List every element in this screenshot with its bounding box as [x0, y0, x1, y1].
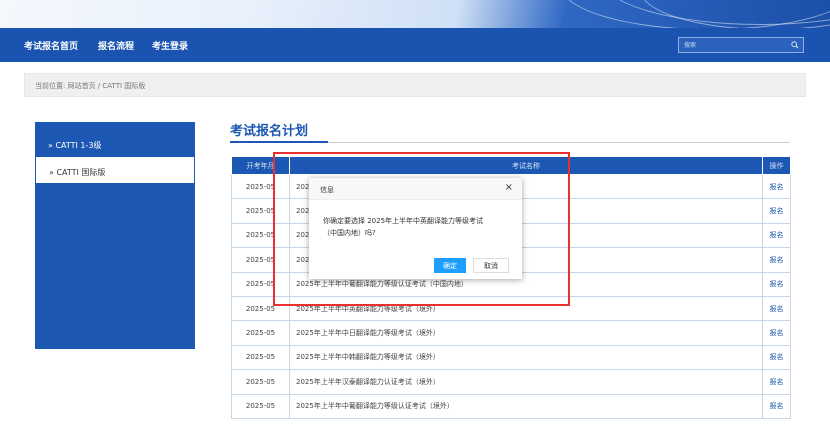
header-banner: [0, 0, 830, 28]
table-row: 2025-05 2025年上半年中韩翻译能力等级考试（境外） 报名: [231, 344, 791, 371]
breadcrumb-separator: /: [97, 82, 101, 90]
row-date: 2025-05: [231, 344, 290, 371]
table-row: 2025-05 2025年上半年汉泰翻译能力认证考试（境外） 报名: [231, 369, 791, 395]
register-link[interactable]: 报名: [762, 198, 791, 224]
row-name: 2025年上半年汉泰翻译能力认证考试（境外）: [289, 369, 763, 395]
register-link[interactable]: 报名: [762, 369, 791, 395]
register-link[interactable]: 报名: [762, 222, 791, 249]
row-date: 2025-05: [231, 222, 290, 249]
register-link[interactable]: 报名: [762, 344, 791, 371]
table-row: 2025-05 2025年上半年中英翻译能力等级考试（境外） 报名: [231, 295, 791, 322]
header-action: 操作: [762, 156, 791, 175]
row-date: 2025-05: [231, 173, 290, 200]
dialog-message-line2: （中国内地）吗?: [323, 229, 376, 237]
table-row: 2025-05 2025年上半年中日翻译能力等级考试（境外） 报名: [231, 320, 791, 346]
register-link[interactable]: 报名: [762, 173, 791, 200]
row-date: 2025-05: [231, 295, 290, 322]
confirm-dialog: 信息 × 你确定要选择 2025年上半年中英翻译能力等级考试 （中国内地）吗? …: [309, 178, 522, 279]
page-title: 考试报名计划: [230, 124, 309, 139]
row-name: 2025年上半年中韩翻译能力等级考试（境外）: [289, 344, 763, 371]
row-date: 2025-05: [231, 393, 290, 419]
header-name: 考试名称: [289, 156, 763, 175]
breadcrumb: 当前位置: 网站首页 / CATTI 国际版: [24, 73, 806, 97]
search-box: [678, 37, 804, 53]
nav-process[interactable]: 报名流程: [98, 39, 134, 52]
header-date: 开考年月: [231, 156, 290, 175]
row-date: 2025-05: [231, 369, 290, 395]
search-input[interactable]: [679, 38, 787, 52]
row-date: 2025-05: [231, 271, 290, 297]
row-name: 2025年上半年中英翻译能力等级考试（境外）: [289, 295, 763, 322]
breadcrumb-home-link[interactable]: 网站首页: [68, 82, 96, 90]
table-row: 2025-05 2025年上半年中葡翻译能力等级认证考试（境外） 报名: [231, 393, 791, 419]
breadcrumb-current: CATTI 国际版: [102, 82, 146, 90]
register-link[interactable]: 报名: [762, 247, 791, 273]
dialog-message-line1: 你确定要选择 2025年上半年中英翻译能力等级考试: [323, 217, 484, 225]
sidebar: » CATTI 1-3级 » CATTI 国际版: [35, 122, 195, 349]
dialog-message: 你确定要选择 2025年上半年中英翻译能力等级考试 （中国内地）吗?: [323, 215, 513, 239]
row-date: 2025-05: [231, 247, 290, 273]
sidebar-item-catti-international[interactable]: » CATTI 国际版: [35, 156, 195, 184]
confirm-button[interactable]: 确定: [434, 258, 466, 273]
row-date: 2025-05: [231, 198, 290, 224]
row-name: 2025年上半年中葡翻译能力等级认证考试（境外）: [289, 393, 763, 419]
table-header-row: 开考年月 考试名称 操作: [231, 156, 791, 175]
dialog-title: 信息: [320, 186, 334, 194]
search-icon[interactable]: [791, 41, 799, 49]
sidebar-item-catti-1-3[interactable]: » CATTI 1-3级: [35, 130, 195, 158]
row-name: 2025年上半年中日翻译能力等级考试（境外）: [289, 320, 763, 346]
register-link[interactable]: 报名: [762, 393, 791, 419]
dialog-header: 信息 ×: [309, 178, 522, 200]
register-link[interactable]: 报名: [762, 320, 791, 346]
nav-exam-home[interactable]: 考试报名首页: [24, 39, 78, 52]
register-link[interactable]: 报名: [762, 295, 791, 322]
title-underline: [230, 141, 328, 143]
row-date: 2025-05: [231, 320, 290, 346]
breadcrumb-prefix: 当前位置:: [35, 82, 66, 90]
register-link[interactable]: 报名: [762, 271, 791, 297]
nav-login[interactable]: 考生登录: [152, 39, 188, 52]
close-icon[interactable]: ×: [505, 183, 513, 193]
cancel-button[interactable]: 取消: [473, 258, 509, 273]
